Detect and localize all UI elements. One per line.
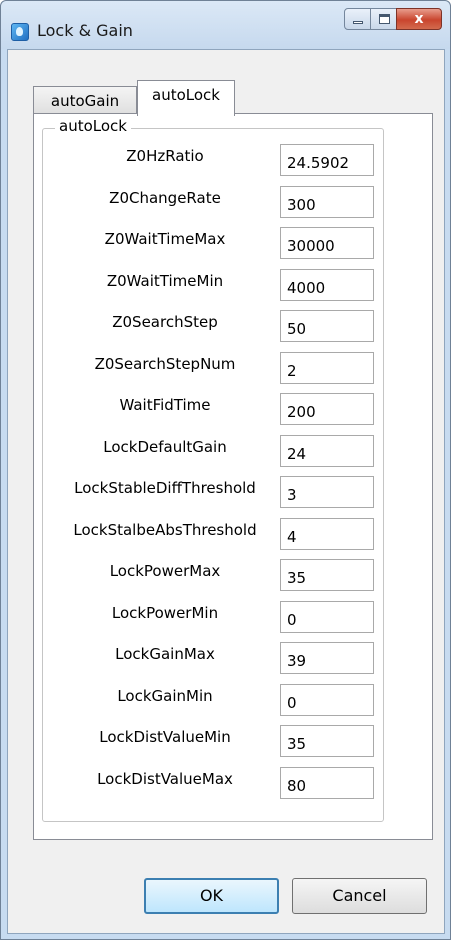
param-row: Z0SearchStep bbox=[0, 310, 453, 344]
param-label: Z0WaitTimeMax bbox=[104, 230, 226, 248]
param-label: LockGainMax bbox=[115, 645, 215, 663]
param-row: Z0HzRatio bbox=[0, 144, 453, 178]
param-label: LockDistValueMax bbox=[97, 770, 233, 788]
param-label: LockGainMin bbox=[117, 687, 213, 705]
param-value-input[interactable] bbox=[280, 393, 374, 425]
caption-buttons: x bbox=[344, 8, 442, 32]
minimize-button[interactable] bbox=[344, 8, 371, 30]
param-label: LockPowerMax bbox=[109, 562, 221, 580]
groupbox-title: autoLock bbox=[55, 117, 131, 135]
param-label: LockStableDiffThreshold bbox=[74, 479, 256, 497]
param-value-input[interactable] bbox=[280, 352, 374, 384]
param-value-input[interactable] bbox=[280, 559, 374, 591]
param-value-input[interactable] bbox=[280, 144, 374, 176]
title-bar[interactable]: Lock & Gain x bbox=[1, 1, 450, 49]
param-value-input[interactable] bbox=[280, 227, 374, 259]
ok-button[interactable]: OK bbox=[144, 878, 279, 914]
param-label: Z0WaitTimeMin bbox=[106, 272, 224, 290]
param-row: LockPowerMax bbox=[0, 559, 453, 593]
maximize-button[interactable] bbox=[370, 8, 397, 30]
param-label: Z0HzRatio bbox=[126, 147, 204, 165]
param-value-input[interactable] bbox=[280, 767, 374, 799]
param-value-input[interactable] bbox=[280, 518, 374, 550]
param-value-input[interactable] bbox=[280, 310, 374, 342]
param-row: LockGainMax bbox=[0, 642, 453, 676]
param-label: Z0SearchStepNum bbox=[94, 355, 236, 373]
param-label: WaitFidTime bbox=[119, 396, 211, 414]
param-row: LockDistValueMin bbox=[0, 725, 453, 759]
param-value-input[interactable] bbox=[280, 435, 374, 467]
param-row: LockGainMin bbox=[0, 684, 453, 718]
param-value-input[interactable] bbox=[280, 642, 374, 674]
param-label: LockPowerMin bbox=[111, 604, 219, 622]
param-row: Z0WaitTimeMin bbox=[0, 269, 453, 303]
param-row: Z0ChangeRate bbox=[0, 186, 453, 220]
param-value-input[interactable] bbox=[280, 476, 374, 508]
param-row: LockDefaultGain bbox=[0, 435, 453, 469]
param-row: LockStableDiffThreshold bbox=[0, 476, 453, 510]
cancel-button[interactable]: Cancel bbox=[292, 878, 427, 914]
param-label: Z0ChangeRate bbox=[109, 189, 221, 207]
param-row: Z0SearchStepNum bbox=[0, 352, 453, 386]
app-icon bbox=[11, 23, 29, 41]
close-icon: x bbox=[414, 11, 424, 27]
maximize-icon bbox=[379, 14, 390, 24]
tab-autolock[interactable]: autoLock bbox=[137, 80, 235, 116]
param-value-input[interactable] bbox=[280, 186, 374, 218]
close-button[interactable]: x bbox=[396, 8, 442, 30]
param-row: Z0WaitTimeMax bbox=[0, 227, 453, 261]
param-value-input[interactable] bbox=[280, 269, 374, 301]
param-row: LockDistValueMax bbox=[0, 767, 453, 801]
param-value-input[interactable] bbox=[280, 601, 374, 633]
param-label: LockDefaultGain bbox=[103, 438, 227, 456]
param-label: LockDistValueMin bbox=[99, 728, 231, 746]
param-row: LockStalbeAbsThreshold bbox=[0, 518, 453, 552]
param-label: LockStalbeAbsThreshold bbox=[73, 521, 257, 539]
param-row: LockPowerMin bbox=[0, 601, 453, 635]
param-row: WaitFidTime bbox=[0, 393, 453, 427]
minimize-icon bbox=[353, 21, 363, 24]
window-title: Lock & Gain bbox=[37, 21, 133, 40]
param-value-input[interactable] bbox=[280, 684, 374, 716]
param-label: Z0SearchStep bbox=[112, 313, 218, 331]
param-value-input[interactable] bbox=[280, 725, 374, 757]
